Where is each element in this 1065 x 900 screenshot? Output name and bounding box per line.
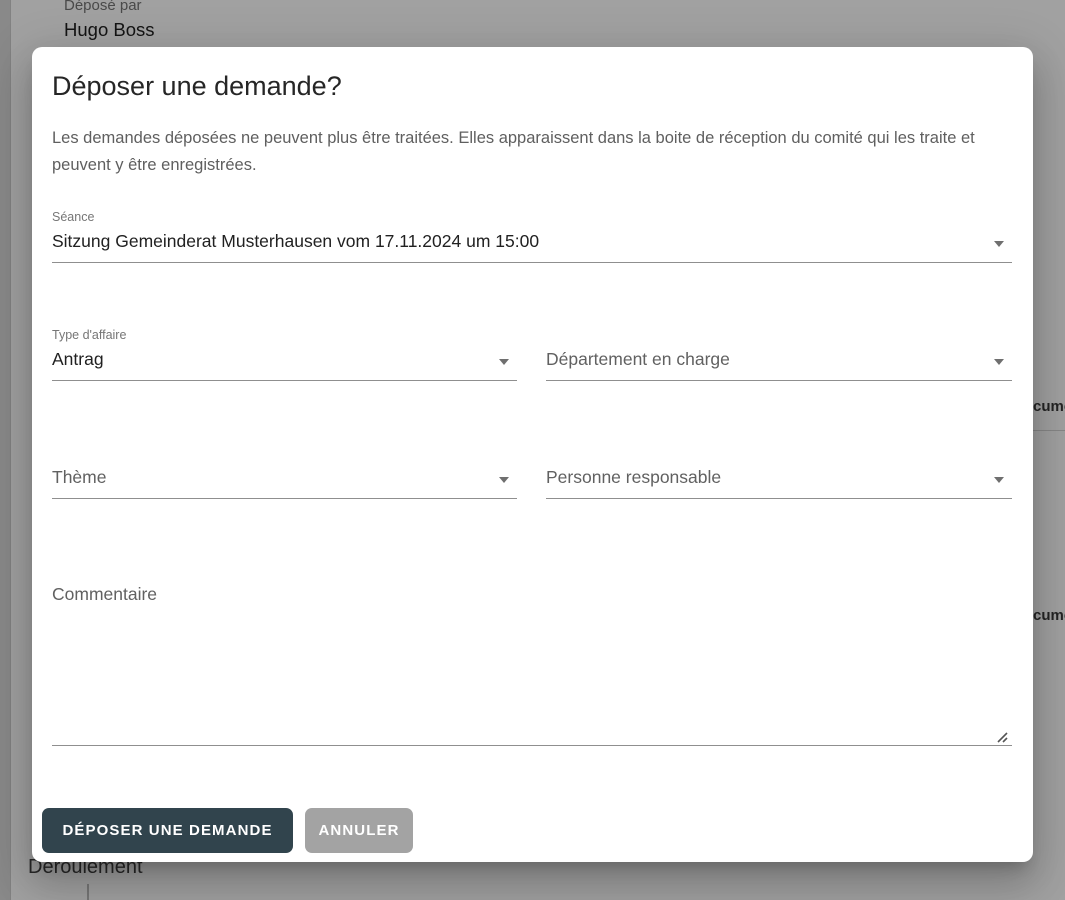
commentaire-textarea[interactable]: Commentaire — [52, 578, 1012, 746]
commentaire-placeholder: Commentaire — [52, 584, 157, 605]
submit-request-button[interactable]: DÉPOSER UNE DEMANDE — [42, 808, 293, 853]
dialog-title: Déposer une demande? — [52, 69, 342, 103]
seance-label: Séance — [52, 210, 94, 224]
type-affaire-label: Type d'affaire — [52, 328, 126, 342]
departement-select[interactable]: Département en charge — [546, 328, 1012, 384]
chevron-down-icon — [994, 359, 1004, 365]
chevron-down-icon — [994, 241, 1004, 247]
field-underline — [52, 745, 1012, 746]
chevron-down-icon — [499, 477, 509, 483]
departement-placeholder: Département en charge — [546, 349, 986, 370]
theme-placeholder: Thème — [52, 467, 491, 488]
dialog-actions: DÉPOSER UNE DEMANDE ANNULER — [32, 808, 1033, 853]
cancel-button[interactable]: ANNULER — [305, 808, 413, 853]
submit-request-dialog: Déposer une demande? Les demandes déposé… — [32, 47, 1033, 862]
seance-select[interactable]: Séance Sitzung Gemeinderat Musterhausen … — [52, 210, 1012, 266]
type-affaire-select[interactable]: Type d'affaire Antrag — [52, 328, 517, 384]
personne-responsable-placeholder: Personne responsable — [546, 467, 986, 488]
chevron-down-icon — [994, 477, 1004, 483]
type-affaire-value: Antrag — [52, 349, 491, 370]
field-underline — [52, 262, 1012, 263]
dialog-description: Les demandes déposées ne peuvent plus êt… — [52, 125, 984, 179]
field-underline — [546, 498, 1012, 499]
field-underline — [52, 498, 517, 499]
seance-value: Sitzung Gemeinderat Musterhausen vom 17.… — [52, 231, 986, 252]
chevron-down-icon — [499, 359, 509, 365]
resize-handle-icon[interactable] — [995, 730, 1008, 743]
personne-responsable-select[interactable]: Personne responsable — [546, 446, 1012, 502]
theme-select[interactable]: Thème — [52, 446, 517, 502]
field-underline — [546, 380, 1012, 381]
field-underline — [52, 380, 517, 381]
